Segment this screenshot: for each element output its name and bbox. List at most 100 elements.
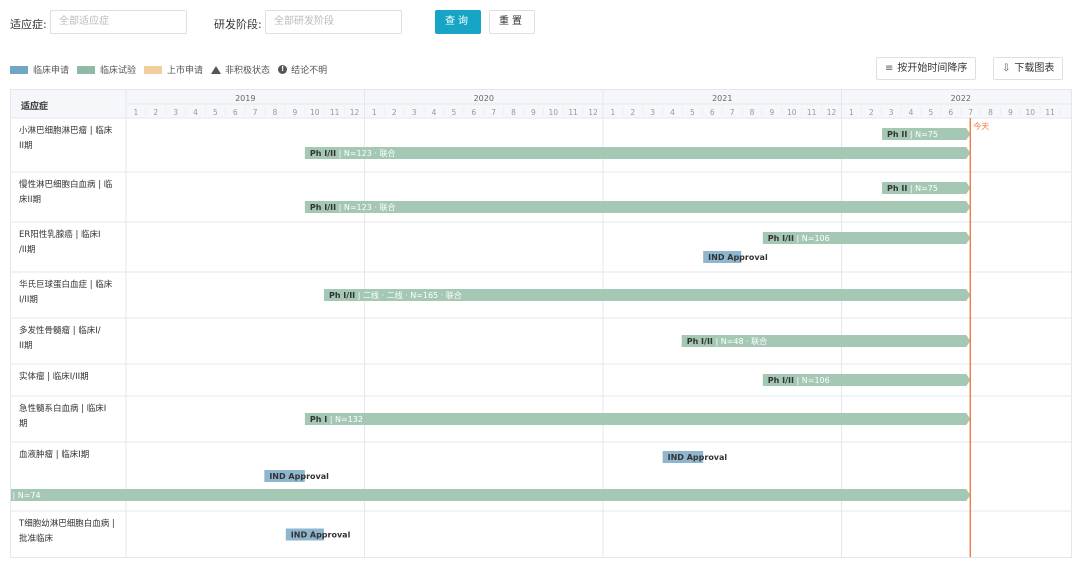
month-label: 4 xyxy=(670,108,675,117)
year-label: 2021 xyxy=(712,94,732,103)
month-label: 3 xyxy=(412,108,417,117)
legend-item-inactive[interactable]: 非积极状态 xyxy=(211,63,270,76)
row-label: 血液肿瘤 | 临床I期 xyxy=(19,449,89,460)
month-label: 5 xyxy=(929,108,934,117)
month-label: 1 xyxy=(134,108,139,117)
ind-approval-label: IND Approval xyxy=(269,472,329,481)
month-label: 6 xyxy=(233,108,238,117)
month-label: 4 xyxy=(909,108,914,117)
trial-bar-label: Ph I/II | N=106 xyxy=(768,376,830,385)
trial-bar-label: Ph I/II | 二线 · 二线 · N=165 · 联合 xyxy=(329,290,462,300)
ind-approval-label: IND Approval xyxy=(291,531,351,540)
trial-bar-label: Ph I/II | N=106 xyxy=(768,234,830,243)
month-label: 11 xyxy=(1045,108,1055,117)
tan-swatch-icon xyxy=(144,65,163,74)
month-label: 3 xyxy=(173,108,178,117)
month-label: 10 xyxy=(1026,108,1036,117)
month-label: 4 xyxy=(193,108,198,117)
month-label: 11 xyxy=(568,108,578,117)
year-label: 2019 xyxy=(235,94,255,103)
month-label: 7 xyxy=(253,108,258,117)
month-label: 10 xyxy=(549,108,559,117)
info-circle-icon: ! xyxy=(278,65,288,74)
row-label: 实体瘤 | 临床I/II期 xyxy=(19,371,89,382)
month-label: 8 xyxy=(273,108,278,117)
month-label: 1 xyxy=(849,108,854,117)
month-label: 7 xyxy=(491,108,496,117)
month-label: 4 xyxy=(432,108,437,117)
trial-bar-label: Ph I/II | N=123 · 联合 xyxy=(310,148,396,158)
legend-item-unclear[interactable]: ! 结论不明 xyxy=(278,63,327,76)
download-chart-button[interactable]: ⇩ 下载图表 xyxy=(993,57,1064,80)
row-label: /II期 xyxy=(19,245,35,255)
month-label: 11 xyxy=(807,108,817,117)
indication-select[interactable]: 全部适应症 xyxy=(50,10,187,34)
month-label: 9 xyxy=(293,108,298,117)
legend: 临床申请 临床试验 上市申请 非积极状态 ! 结论不明 xyxy=(10,63,335,76)
month-label: 2 xyxy=(869,108,874,117)
month-label: 11 xyxy=(330,108,340,117)
sort-label: 按开始时间降序 xyxy=(897,63,968,74)
month-label: 8 xyxy=(988,108,993,117)
ind-approval-label: IND Approval xyxy=(668,453,728,462)
legend-label: 非积极状态 xyxy=(225,66,271,76)
sort-icon: ≡ xyxy=(885,63,894,74)
legend-item-clinical-application[interactable]: 临床申请 xyxy=(10,63,69,76)
triangle-icon xyxy=(211,65,222,74)
month-label: 8 xyxy=(511,108,516,117)
trial-bar[interactable] xyxy=(0,489,971,501)
legend-item-clinical-trial[interactable]: 临床试验 xyxy=(77,63,136,76)
month-label: 7 xyxy=(730,108,735,117)
legend-item-marketing-application[interactable]: 上市申请 xyxy=(144,63,203,76)
phase-filter-label: 研发阶段: xyxy=(214,18,262,31)
blue-swatch-icon xyxy=(10,65,28,74)
trial-bar-label: Ph II | N=75 xyxy=(887,130,938,139)
ind-approval-label: IND Approval xyxy=(708,253,768,262)
row-label: 床II期 xyxy=(19,194,41,205)
today-label: 今天 xyxy=(973,121,989,131)
phase-select[interactable]: 全部研发阶段 xyxy=(265,10,402,34)
row-label: 批准临床 xyxy=(19,533,54,544)
legend-label: 上市申请 xyxy=(167,66,204,76)
trial-bar[interactable] xyxy=(304,201,971,213)
reset-button[interactable]: 重置 xyxy=(489,10,535,34)
indication-filter-label: 适应症: xyxy=(10,18,47,31)
legend-label: 临床申请 xyxy=(33,66,70,76)
month-label: 12 xyxy=(588,108,598,117)
year-label: 2022 xyxy=(951,94,971,103)
row-label: II期 xyxy=(19,341,33,351)
month-label: 3 xyxy=(889,108,894,117)
month-label: 7 xyxy=(968,108,973,117)
query-button[interactable]: 查询 xyxy=(435,10,481,34)
legend-label: 临床试验 xyxy=(100,66,137,76)
month-label: 6 xyxy=(710,108,715,117)
month-label: 5 xyxy=(452,108,457,117)
download-icon: ⇩ xyxy=(1002,63,1011,74)
row-label: I/II期 xyxy=(19,295,38,305)
month-label: 1 xyxy=(372,108,377,117)
row-label: II期 xyxy=(19,141,33,151)
row-label: 小淋巴细胞淋巴瘤 | 临床 xyxy=(19,125,113,136)
month-label: 5 xyxy=(690,108,695,117)
legend-label: 结论不明 xyxy=(291,66,328,76)
month-label: 12 xyxy=(827,108,837,117)
trial-bar[interactable] xyxy=(304,413,971,425)
month-label: 1 xyxy=(611,108,616,117)
row-label: ER阳性乳腺癌 | 临床I xyxy=(19,229,101,240)
month-label: 2 xyxy=(153,108,158,117)
trial-bar-label: Ph I | N=132 xyxy=(310,415,363,424)
trial-bar[interactable] xyxy=(304,147,971,159)
sort-button[interactable]: ≡ 按开始时间降序 xyxy=(876,57,977,80)
row-label: 慢性淋巴细胞白血病 | 临 xyxy=(19,179,113,190)
month-label: 9 xyxy=(1008,108,1013,117)
row-label: 华氏巨球蛋白血症 | 临床 xyxy=(19,279,113,290)
trial-bar-label: Ph I/II | N=48 · 联合 xyxy=(687,336,767,346)
month-label: 2 xyxy=(630,108,635,117)
green-swatch-icon xyxy=(77,65,96,74)
month-label: 10 xyxy=(310,108,320,117)
row-label: 急性髓系白血病 | 临床I xyxy=(19,403,106,414)
trial-bar-label: Ph II | N=75 xyxy=(887,184,938,193)
download-label: 下载图表 xyxy=(1014,63,1055,74)
month-label: 2 xyxy=(392,108,397,117)
trial-bar-label: Ph I | N=74 xyxy=(11,491,41,500)
